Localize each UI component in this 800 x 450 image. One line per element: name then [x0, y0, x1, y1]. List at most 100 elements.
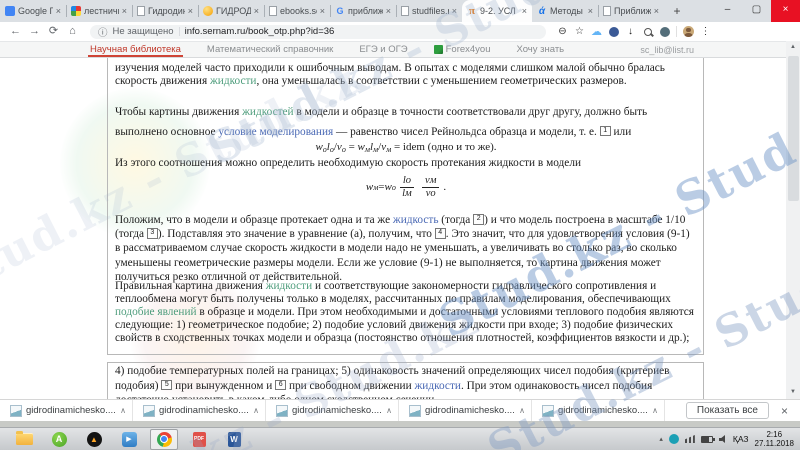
- tab-close-icon[interactable]: ×: [122, 6, 127, 16]
- volume-icon[interactable]: [718, 435, 727, 443]
- tab-gidrodi[interactable]: ГИДРОДИ ×: [198, 0, 264, 22]
- formula-ref[interactable]: 1: [599, 125, 611, 136]
- download-filename: gidrodinamichesko....gif: [558, 405, 649, 416]
- window-controls: – ▢ ×: [713, 0, 800, 22]
- tab-close-icon[interactable]: ×: [386, 6, 391, 16]
- scrollbar-thumb[interactable]: [787, 56, 799, 201]
- inline-link[interactable]: жидкости: [266, 280, 312, 292]
- keyboard-language[interactable]: ҚАЗ: [733, 434, 749, 444]
- inline-link[interactable]: жидкость: [393, 214, 439, 226]
- extension-icon[interactable]: [656, 26, 673, 37]
- home-button[interactable]: ⌂: [63, 22, 82, 41]
- tab-priblizh-google[interactable]: G приближ ×: [330, 0, 396, 22]
- tab-priblizh[interactable]: Приближ ×: [598, 0, 664, 22]
- tray-expand-icon[interactable]: ▴: [659, 435, 663, 443]
- taskbar-chrome-button[interactable]: [150, 428, 178, 450]
- new-tab-button[interactable]: +: [664, 0, 690, 22]
- scroll-down-arrow[interactable]: ▼: [786, 386, 800, 399]
- tab-close-icon[interactable]: ×: [588, 6, 593, 16]
- security-label: Не защищено: [112, 26, 174, 37]
- tray-app-icon[interactable]: [668, 434, 679, 444]
- taskbar-word-button[interactable]: W: [220, 429, 248, 450]
- tab-active-9-2-usl[interactable]: π 9-2. УСЛ ×: [462, 0, 532, 22]
- formula-ref[interactable]: 3: [146, 228, 158, 239]
- back-button[interactable]: ←: [6, 22, 25, 41]
- cloud-extension-icon[interactable]: ☁: [588, 25, 605, 38]
- inline-link[interactable]: жидкости: [210, 75, 256, 87]
- tab-close-icon[interactable]: ×: [254, 6, 259, 16]
- browser-tab-bar: Google П × лестничн × Гидродин × ГИДРОДИ…: [0, 0, 800, 22]
- inline-link[interactable]: жидкости: [414, 380, 460, 392]
- image-file-icon: [542, 404, 554, 417]
- download-item[interactable]: gidrodinamichesko....gif ∧: [266, 400, 399, 421]
- tab-close-icon[interactable]: ×: [320, 6, 325, 16]
- window-close-button[interactable]: ×: [771, 0, 800, 22]
- battery-icon[interactable]: [700, 435, 715, 443]
- tab-ebooks[interactable]: ebooks.se ×: [264, 0, 330, 22]
- taskbar-explorer-button[interactable]: [10, 429, 38, 450]
- fraction: νм νо: [422, 175, 440, 199]
- download-menu-caret-icon[interactable]: ∧: [386, 406, 392, 415]
- taskbar-media-app-button[interactable]: ▲: [80, 429, 108, 450]
- sitenav-ege-oge[interactable]: ЕГЭ и ОГЭ: [359, 42, 407, 57]
- tab-studfiles[interactable]: studfiles.n ×: [396, 0, 462, 22]
- download-item[interactable]: gidrodinamichesko....gif ∧: [532, 400, 665, 421]
- info-icon[interactable]: ⓘ: [98, 25, 108, 39]
- zoom-out-icon[interactable]: ⊖: [554, 26, 571, 37]
- download-item[interactable]: gidrodinamichesko....gif ∧: [399, 400, 532, 421]
- sitenav-forex4you[interactable]: Forex4you: [433, 42, 491, 57]
- browser-menu-button[interactable]: ⋮: [697, 26, 714, 37]
- download-item[interactable]: gidrodinamichesko....gif ∧: [133, 400, 266, 421]
- tray-clock[interactable]: 2:16 27.11.2018: [755, 430, 794, 448]
- taskbar-green-app-button[interactable]: A: [45, 429, 73, 450]
- tab-google-translate[interactable]: Google П ×: [0, 0, 66, 22]
- download-menu-caret-icon[interactable]: ∧: [120, 406, 126, 415]
- download-menu-caret-icon[interactable]: ∧: [519, 406, 525, 415]
- tab-label: ГИДРОДИ: [216, 6, 251, 16]
- sitenav-science-library[interactable]: Научная библиотека: [88, 42, 183, 57]
- scroll-up-arrow[interactable]: ▲: [786, 41, 800, 54]
- window-maximize-button[interactable]: ▢: [742, 0, 771, 22]
- tab-close-icon[interactable]: ×: [56, 6, 61, 16]
- proxy-extension-icon[interactable]: [605, 26, 622, 37]
- inline-link[interactable]: жидкостей: [242, 106, 293, 118]
- reload-button[interactable]: ⟳: [44, 22, 63, 41]
- forward-button[interactable]: →: [25, 22, 44, 41]
- download-menu-caret-icon[interactable]: ∧: [652, 406, 658, 415]
- address-bar[interactable]: ⓘ Не защищено info.sernam.ru/book_otp.ph…: [90, 24, 546, 39]
- tab-close-icon[interactable]: ×: [452, 6, 457, 16]
- formula-ref[interactable]: 5: [161, 379, 173, 390]
- tab-metody[interactable]: ά Методы ×: [532, 0, 598, 22]
- vertical-scrollbar[interactable]: ▲ ▼: [786, 41, 800, 399]
- formula-ref[interactable]: 4: [434, 228, 446, 239]
- fraction: lо lм: [399, 175, 415, 199]
- sitenav-want-to-know[interactable]: Хочу знать: [517, 42, 565, 57]
- window-minimize-button[interactable]: –: [713, 0, 742, 22]
- sitenav-label: Хочу знать: [516, 44, 565, 55]
- formula-ref[interactable]: 6: [275, 379, 287, 390]
- downloads-bar-close-icon[interactable]: ×: [781, 404, 788, 418]
- download-menu-caret-icon[interactable]: ∧: [253, 406, 259, 415]
- tab-lestnichn[interactable]: лестничн ×: [66, 0, 132, 22]
- inline-link[interactable]: условие моделирования: [218, 126, 333, 138]
- taskbar-pdf-button[interactable]: PDF: [185, 429, 213, 450]
- inline-link[interactable]: подобие явлений: [115, 306, 197, 318]
- text-segment: при вынужденном и: [172, 379, 276, 392]
- bookmark-star-icon[interactable]: ☆: [571, 26, 588, 37]
- network-signal-icon[interactable]: [684, 435, 695, 443]
- tab-gidrodin[interactable]: Гидродин ×: [132, 0, 198, 22]
- search-extension-icon[interactable]: [639, 27, 656, 36]
- tab-close-icon[interactable]: ×: [522, 6, 527, 16]
- downloads-bar: gidrodinamichesko....gif ∧ gidrodinamich…: [0, 399, 800, 421]
- page-content: изучения моделей часто приходили к ошибо…: [0, 58, 786, 399]
- download-helper-extension-icon[interactable]: ↓: [622, 26, 639, 37]
- sitenav-math-reference[interactable]: Математический справочник: [207, 42, 333, 57]
- taskbar-player-button[interactable]: ▶: [115, 429, 143, 450]
- formula-ref[interactable]: 2: [473, 214, 485, 225]
- tab-close-icon[interactable]: ×: [654, 6, 659, 16]
- download-item[interactable]: gidrodinamichesko....gif ∧: [0, 400, 133, 421]
- tab-close-icon[interactable]: ×: [188, 6, 193, 16]
- show-all-downloads-button[interactable]: Показать все: [685, 402, 769, 419]
- google-favicon: G: [336, 6, 344, 16]
- profile-avatar[interactable]: [680, 26, 697, 37]
